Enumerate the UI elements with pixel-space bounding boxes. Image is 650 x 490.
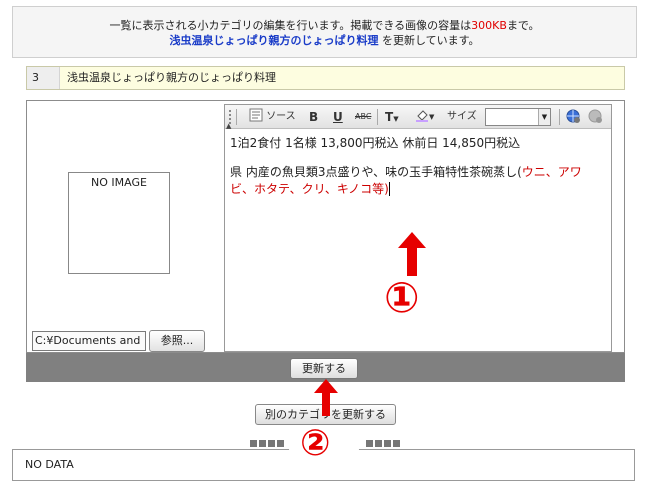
step-1-label: ① <box>384 273 420 322</box>
source-label: ソース <box>266 111 296 122</box>
chevron-down-icon[interactable]: ▼ <box>538 109 550 125</box>
info-box: 一覧に表示される小カテゴリの編集を行います。掲載できる画像の容量は300KBまで… <box>12 6 637 58</box>
content-text: 県 内産の魚貝類3点盛りや、味の玉手箱特性茶碗蒸し( <box>230 165 522 179</box>
arrow-up-icon <box>314 379 338 416</box>
content-line-2: 県 内産の魚貝類3点盛りや、味の玉手箱特性茶碗蒸し(ウニ、アワビ、ホタテ、クリ、… <box>230 164 605 198</box>
font-size-select[interactable]: ▼ <box>485 108 551 126</box>
file-path-input[interactable]: C:¥Documents and <box>32 331 146 351</box>
browse-button[interactable]: 参照... <box>149 330 205 352</box>
divider-left <box>250 437 286 447</box>
toolbar-separator <box>559 109 560 125</box>
content-line-1: 1泊2食付 1名様 13,800円税込 休前日 14,850円税込 <box>230 136 521 150</box>
step-2-label: ② <box>300 423 331 464</box>
text-color-button[interactable]: T▼ <box>385 108 399 126</box>
underline-button[interactable]: U <box>333 108 343 126</box>
info-text-updating: を更新しています。 <box>378 34 480 47</box>
size-label: サイズ <box>447 111 477 122</box>
toolbar-separator <box>236 109 237 125</box>
unlink-icon <box>588 109 602 123</box>
text-cursor <box>388 182 390 196</box>
bg-color-icon <box>416 110 428 122</box>
source-button[interactable]: ソース <box>249 108 296 126</box>
editor-toolbar: ソース B U ABC T▼ ▼ サイズ ▼ ▲ <box>225 105 611 130</box>
unlink-button[interactable] <box>587 108 603 126</box>
info-text-end: まで。 <box>506 19 540 32</box>
chevron-down-icon: ▼ <box>429 113 435 121</box>
text-color-icon: T <box>385 110 394 124</box>
globe-link-icon <box>566 109 580 123</box>
info-text: 一覧に表示される小カテゴリの編集を行います。掲載できる画像の容量は <box>109 19 472 32</box>
strike-button[interactable]: ABC <box>355 108 371 126</box>
category-number: 3 <box>27 67 60 89</box>
category-title: 浅虫温泉じょっぱり親方のじょっぱり料理 <box>67 71 276 84</box>
toolbar-collapse-icon[interactable]: ▲ <box>226 122 231 130</box>
source-icon <box>249 108 263 122</box>
bg-color-button[interactable]: ▼ <box>415 108 434 126</box>
info-line-1: 一覧に表示される小カテゴリの編集を行います。掲載できる画像の容量は300KBまで… <box>13 18 636 33</box>
image-placeholder: NO IMAGE <box>68 172 170 274</box>
category-row: 3 浅虫温泉じょっぱり親方のじょっぱり料理 <box>26 66 625 90</box>
editor-content[interactable]: 1泊2食付 1名様 13,800円税込 休前日 14,850円税込 県 内産の魚… <box>230 135 605 198</box>
category-name-highlight: 浅虫温泉じょっぱり親方のじょっぱり料理 <box>169 34 379 47</box>
toolbar-separator <box>377 109 378 125</box>
size-limit: 300KB <box>471 19 507 32</box>
chevron-down-icon: ▼ <box>393 115 399 123</box>
bold-button[interactable]: B <box>309 108 318 126</box>
info-line-2: 浅虫温泉じょっぱり親方のじょっぱり料理 を更新しています。 <box>13 33 636 48</box>
divider-right <box>366 437 402 447</box>
link-button[interactable] <box>565 108 581 126</box>
